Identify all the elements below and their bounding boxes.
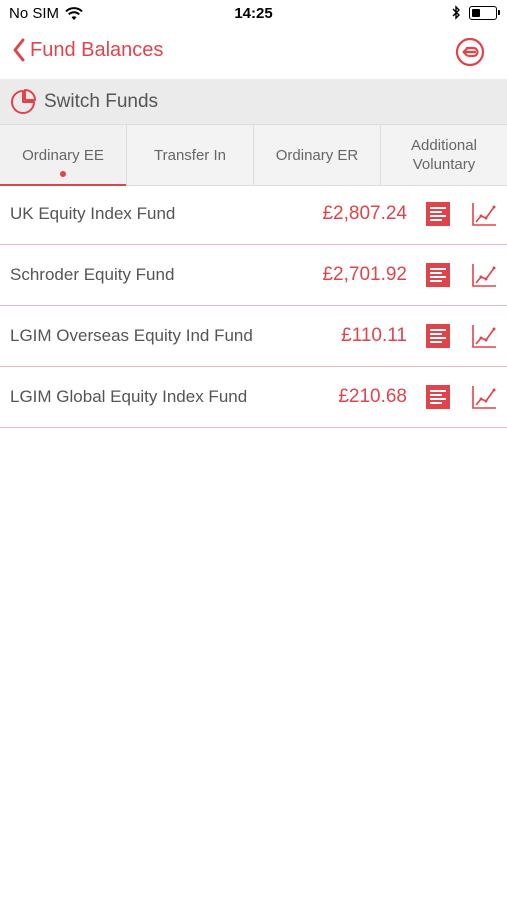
tab-additional-voluntary[interactable]: Additional Voluntary [381,125,507,185]
pie-chart-icon [11,88,36,114]
tab-label: Transfer In [154,146,226,164]
document-icon[interactable] [425,262,451,288]
fund-name: LGIM Overseas Equity Ind Fund [10,326,253,345]
tab-ordinary-ee[interactable]: Ordinary EE [0,125,127,186]
active-dot [60,171,66,177]
battery-level [472,8,480,17]
fund-row[interactable]: UK Equity Index Fund £2,807.24 [0,184,507,245]
fund-list: UK Equity Index Fund £2,807.24 Schroder … [0,184,507,428]
fund-name: UK Equity Index Fund [10,204,176,223]
chevron-left-icon [13,38,25,62]
line-chart-icon[interactable] [471,384,497,410]
switch-funds-button[interactable]: Switch Funds [0,79,507,124]
fund-name: Schroder Equity Fund [10,265,175,284]
tab-ordinary-er[interactable]: Ordinary ER [254,125,381,185]
fund-value: £2,807.24 [322,203,407,224]
fund-row[interactable]: LGIM Global Equity Index Fund £210.68 [0,367,507,428]
status-bar: No SIM 14:25 [0,0,507,28]
fund-type-tabs: Ordinary EE Transfer In Ordinary ER Addi… [0,124,507,186]
document-icon[interactable] [425,201,451,227]
back-button[interactable]: Fund Balances [12,38,163,62]
line-chart-icon[interactable] [471,201,497,227]
fund-value: £210.68 [338,386,407,407]
fund-name: LGIM Global Equity Index Fund [10,387,248,406]
tab-transfer-in[interactable]: Transfer In [127,125,254,185]
document-icon[interactable] [425,323,451,349]
battery-icon [469,5,500,20]
fund-value: £2,701.92 [322,264,407,285]
fund-row[interactable]: LGIM Overseas Equity Ind Fund £110.11 [0,306,507,367]
logout-icon[interactable] [455,37,485,67]
document-icon[interactable] [425,384,451,410]
line-chart-icon[interactable] [471,262,497,288]
fund-value: £110.11 [341,325,407,346]
line-chart-icon[interactable] [471,323,497,349]
fund-row[interactable]: Schroder Equity Fund £2,701.92 [0,245,507,306]
bluetooth-icon [452,5,460,20]
status-time: 14:25 [234,5,273,22]
back-label: Fund Balances [30,38,164,61]
tab-label: Ordinary ER [275,146,359,164]
tab-label: Ordinary EE [22,146,104,164]
nav-bar: Fund Balances [0,28,507,78]
tab-label: Additional Voluntary [411,137,477,173]
switch-funds-label: Switch Funds [44,90,159,112]
status-right [452,5,500,20]
